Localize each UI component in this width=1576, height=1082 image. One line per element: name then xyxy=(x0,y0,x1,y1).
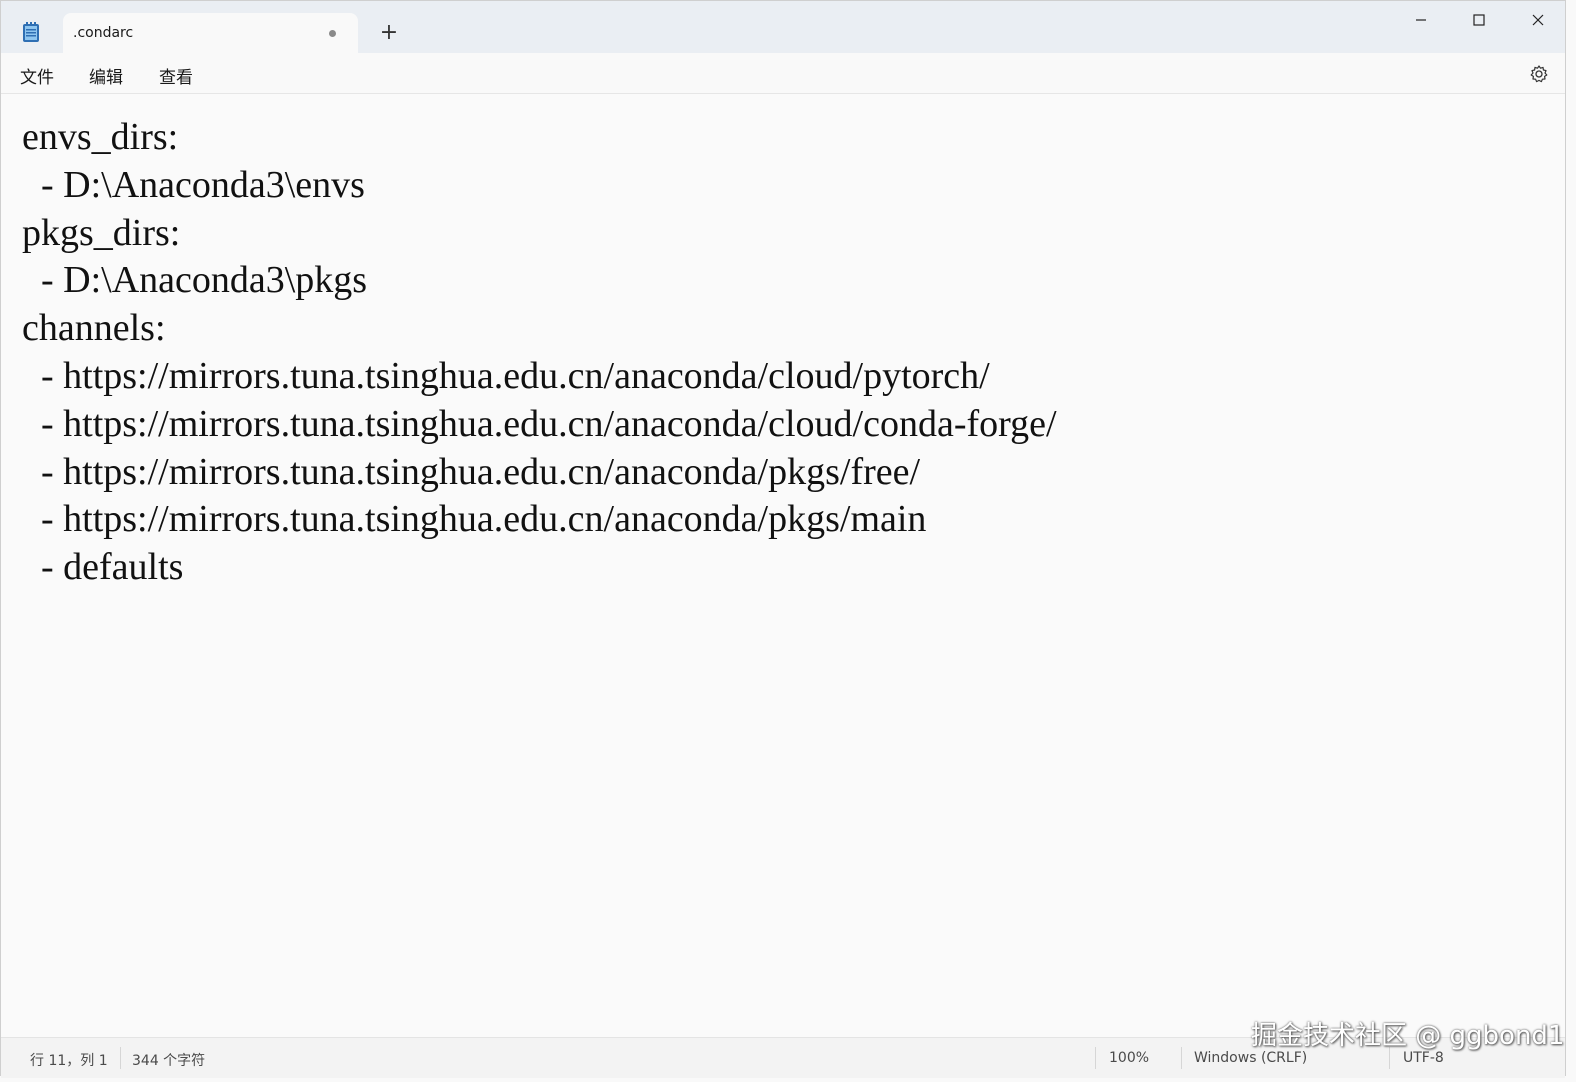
cursor-position: 行 11，列 1 xyxy=(30,1053,108,1069)
status-divider xyxy=(1095,1047,1096,1069)
editor-line: - https://mirrors.tuna.tsinghua.edu.cn/a… xyxy=(22,450,921,493)
menu-bar: 文件 编辑 查看 xyxy=(1,53,1565,94)
text-editor[interactable]: envs_dirs: - D:\Anaconda3\envs pkgs_dirs:… xyxy=(1,94,1565,1037)
new-tab-button[interactable]: + xyxy=(377,21,401,45)
watermark: 掘金技术社区 @ ggbond1 xyxy=(1251,1021,1565,1051)
status-divider xyxy=(1181,1047,1182,1069)
close-button[interactable] xyxy=(1518,7,1558,35)
minimize-icon xyxy=(1416,19,1426,21)
gear-icon[interactable] xyxy=(1529,64,1549,84)
notepad-icon xyxy=(21,21,41,43)
editor-line: - D:\Anaconda3\envs xyxy=(22,163,365,206)
editor-line: - D:\Anaconda3\pkgs xyxy=(22,259,368,302)
char-count: 344 个字符 xyxy=(132,1053,206,1069)
menu-edit[interactable]: 编辑 xyxy=(89,63,123,88)
close-icon xyxy=(1532,14,1544,26)
title-bar: .condarc + xyxy=(1,1,1565,53)
editor-line: envs_dirs: xyxy=(22,116,179,158)
editor-line: - defaults xyxy=(22,546,184,589)
editor-line: - https://mirrors.tuna.tsinghua.edu.cn/a… xyxy=(22,402,1057,445)
unsaved-dot-icon[interactable] xyxy=(329,30,336,37)
maximize-button[interactable] xyxy=(1459,7,1499,35)
status-divider xyxy=(120,1047,121,1069)
maximize-icon xyxy=(1473,14,1485,26)
line-ending[interactable]: Windows (CRLF) xyxy=(1194,1050,1307,1066)
menu-view[interactable]: 查看 xyxy=(159,63,193,88)
minimize-button[interactable] xyxy=(1401,7,1441,35)
tab-title: .condarc xyxy=(73,25,134,41)
editor-line: pkgs_dirs: xyxy=(22,211,181,254)
editor-line: channels: xyxy=(22,307,166,350)
notepad-window: .condarc + 文件 编辑 查看 envs_dirs: - D:\Anac… xyxy=(0,0,1566,1078)
editor-line: - https://mirrors.tuna.tsinghua.edu.cn/a… xyxy=(22,354,990,397)
menu-file[interactable]: 文件 xyxy=(20,63,54,88)
editor-line: - https://mirrors.tuna.tsinghua.edu.cn/a… xyxy=(22,498,927,541)
tab-condarc[interactable]: .condarc xyxy=(63,13,358,53)
encoding[interactable]: UTF-8 xyxy=(1403,1050,1444,1066)
zoom-level[interactable]: 100% xyxy=(1109,1050,1149,1066)
editor-content[interactable]: envs_dirs: - D:\Anaconda3\envs pkgs_dirs:… xyxy=(22,114,1057,592)
